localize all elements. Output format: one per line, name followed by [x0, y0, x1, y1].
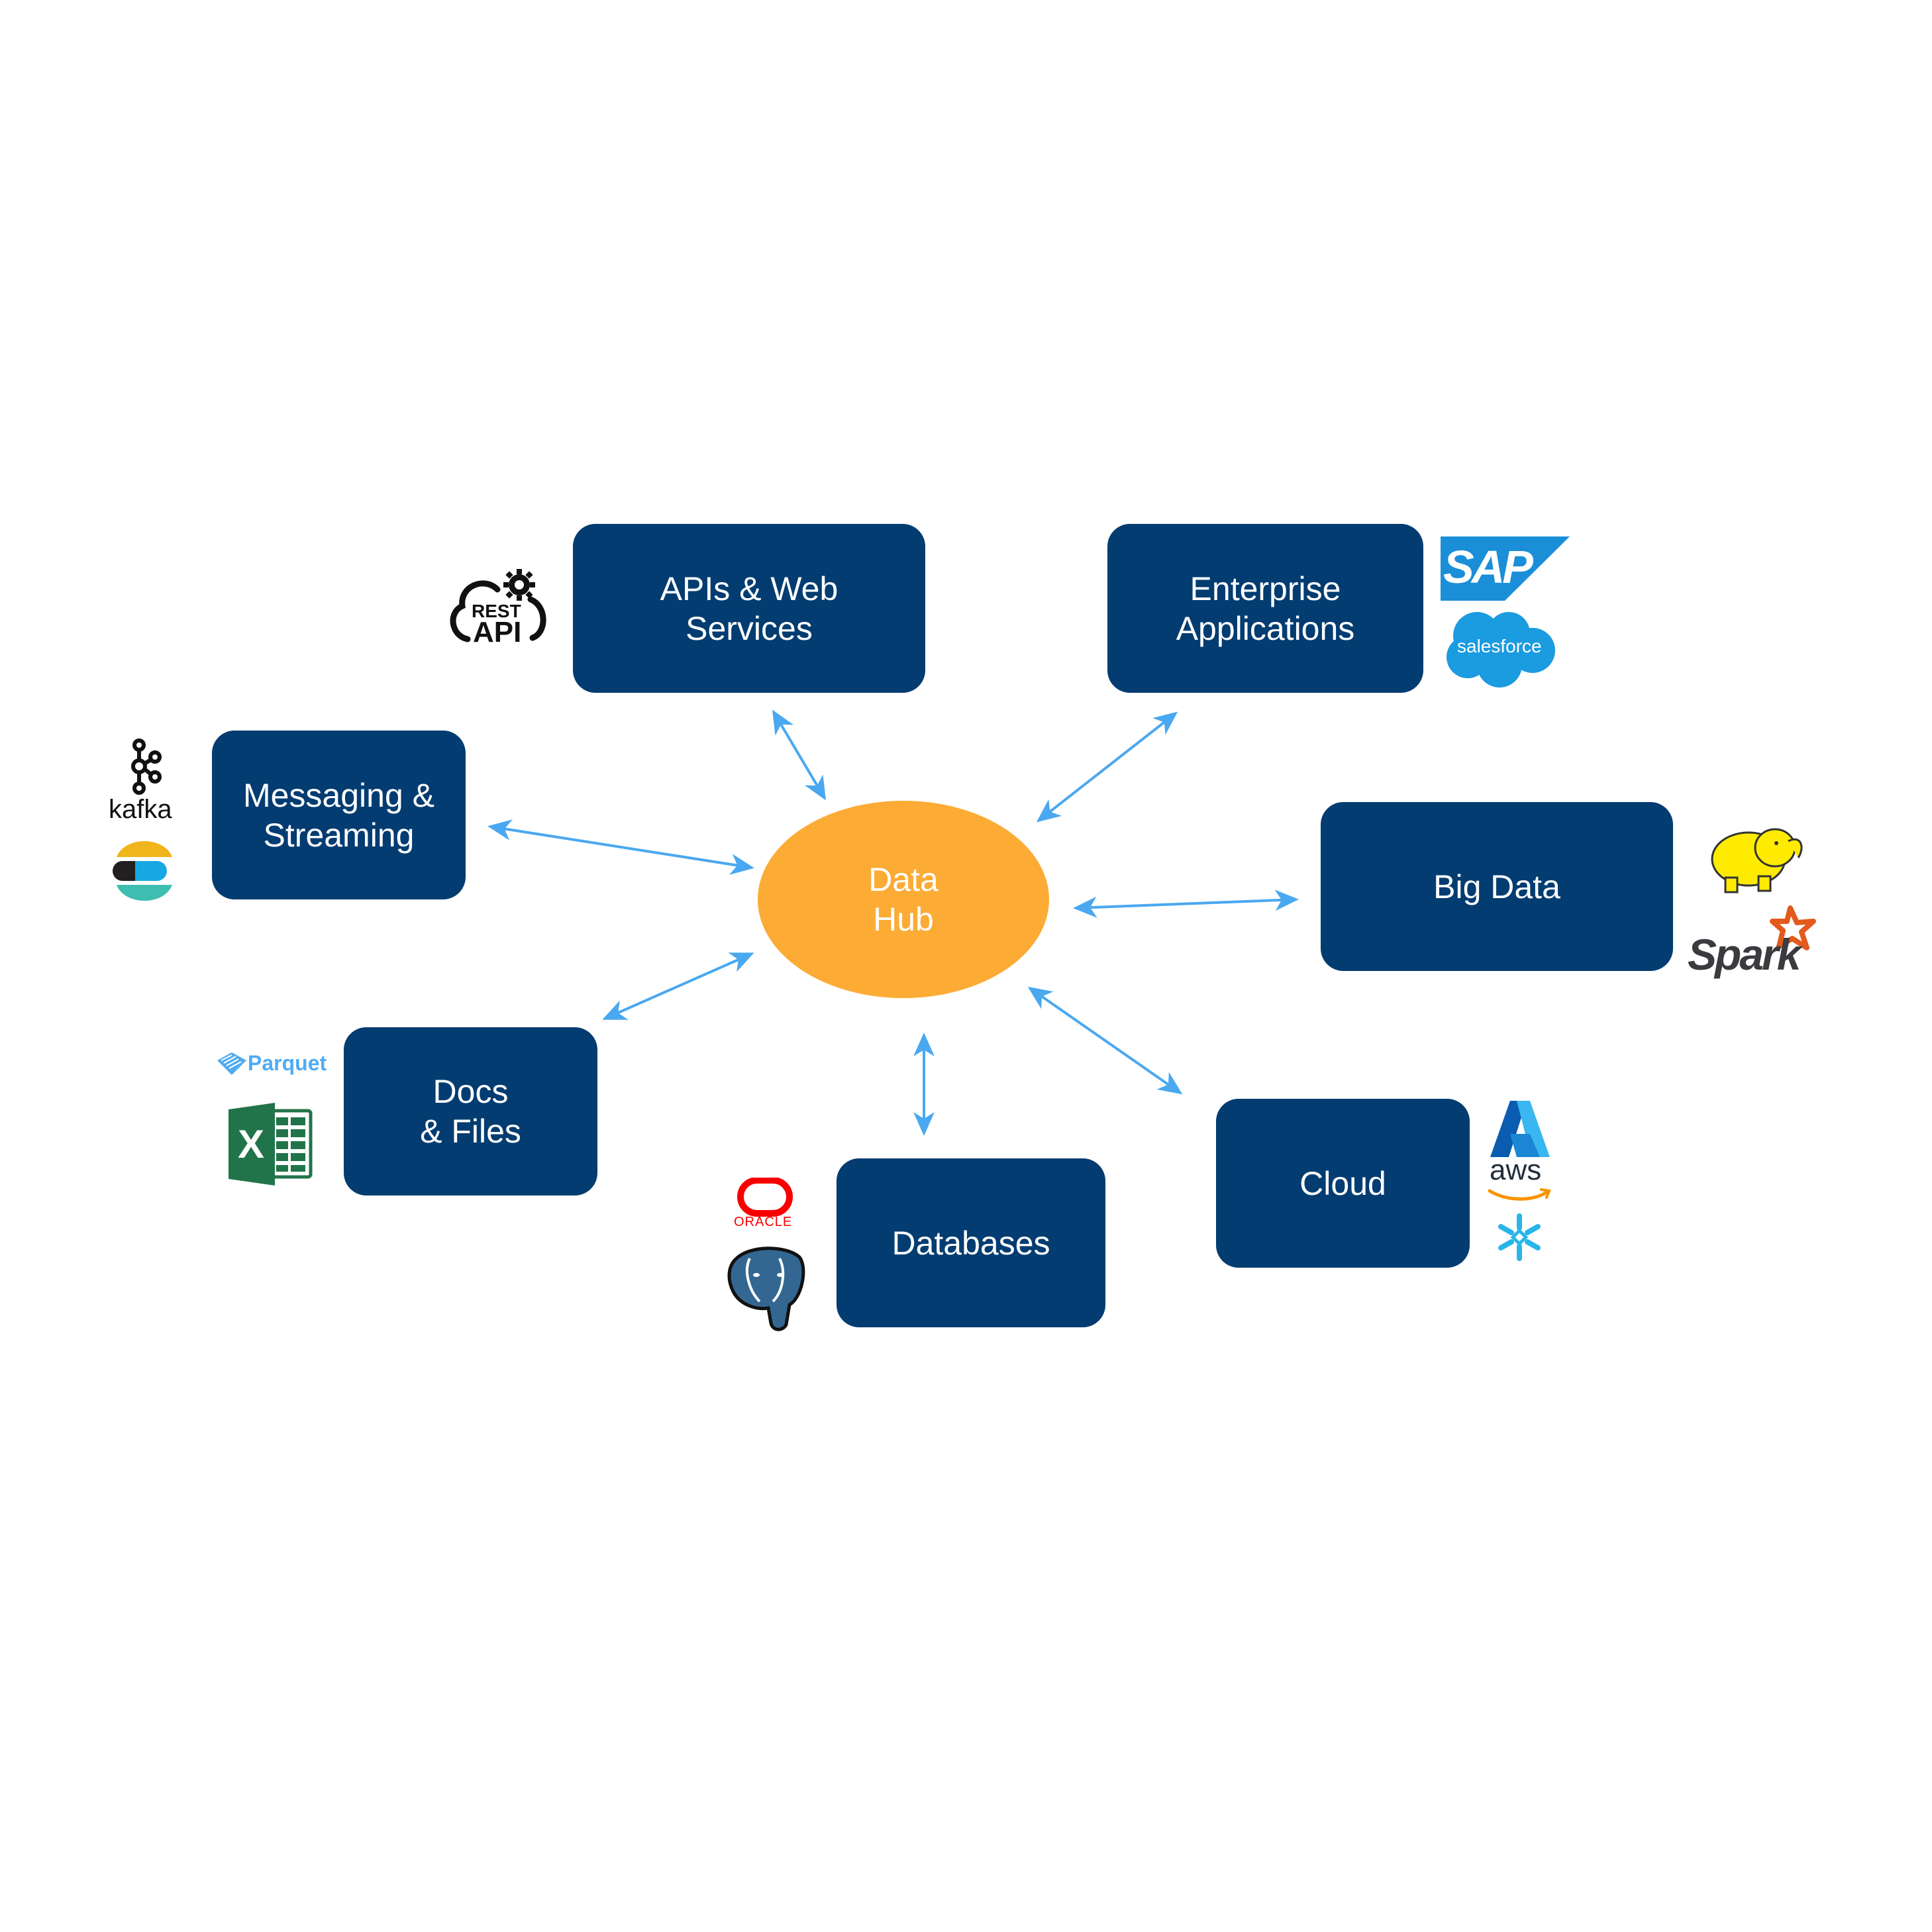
parquet-logo-icon: Parquet [217, 1050, 330, 1076]
node-apis-web-services[interactable]: APIs & Web Services [573, 524, 925, 693]
node-label: Big Data [1433, 868, 1560, 905]
sap-text: SAP [1443, 541, 1533, 593]
arrow-hub-bigdata [1073, 890, 1299, 918]
sap-logo-icon: SAP [1441, 536, 1570, 601]
node-label: Cloud [1299, 1164, 1386, 1202]
arrow-hub-apis [772, 709, 827, 801]
arrow-hub-docs [602, 952, 754, 1020]
kafka-logo-icon: kafka [106, 738, 185, 825]
salesforce-text: salesforce [1457, 636, 1542, 656]
oracle-logo-icon: ORACLE [729, 1177, 801, 1231]
node-messaging-streaming[interactable]: Messaging & Streaming [212, 731, 466, 899]
data-hub-label: Data Hub [868, 861, 939, 938]
arrow-hub-messaging [487, 819, 754, 875]
parquet-text: Parquet [248, 1051, 327, 1075]
oracle-text: ORACLE [734, 1215, 793, 1229]
arrow-hub-cloud [1027, 986, 1183, 1095]
node-databases[interactable]: Databases [837, 1158, 1105, 1327]
salesforce-logo-icon: salesforce [1443, 609, 1556, 689]
api-text: API [473, 616, 522, 648]
hadoop-elephant-icon [1702, 818, 1808, 897]
node-cloud[interactable]: Cloud [1216, 1099, 1470, 1268]
node-label: Enterprise Applications [1176, 570, 1355, 647]
spark-text: Spark [1688, 930, 1801, 979]
node-label: APIs & Web Services [660, 570, 839, 647]
node-label: Databases [891, 1224, 1050, 1262]
spark-logo-icon: Spark [1688, 904, 1827, 979]
elastic-logo-icon [111, 836, 178, 905]
node-label: Messaging & Streaming [242, 776, 435, 854]
node-enterprise-applications[interactable]: Enterprise Applications [1107, 524, 1423, 693]
kafka-text: kafka [109, 795, 172, 824]
aws-logo-icon: aws [1487, 1154, 1553, 1205]
rest-api-icon: REST API [448, 566, 551, 652]
node-big-data[interactable]: Big Data [1321, 802, 1673, 971]
excel-logo-icon: X [229, 1103, 315, 1186]
postgresql-elephant-icon [723, 1245, 809, 1331]
node-label: Docs & Files [420, 1073, 521, 1150]
data-hub-node[interactable]: Data Hub [758, 801, 1049, 998]
excel-x-text: X [238, 1122, 265, 1166]
azure-logo-icon [1490, 1101, 1550, 1157]
node-docs-files[interactable]: Docs & Files [344, 1027, 597, 1195]
aws-text: aws [1490, 1154, 1542, 1186]
snowflake-logo-icon [1496, 1213, 1543, 1261]
arrow-hub-enterprise [1036, 711, 1178, 823]
